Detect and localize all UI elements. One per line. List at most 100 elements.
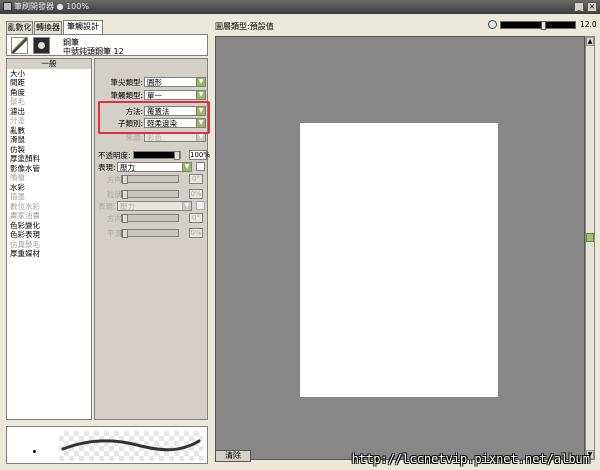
grain-direction-slider	[121, 214, 179, 223]
opacity-label: 不透明度:	[98, 151, 131, 160]
source-value: 彩色	[147, 133, 162, 142]
dab-type-row: 筆尖類型: 圓形 ▼	[95, 77, 209, 88]
stroke-type-value: 單一	[147, 91, 162, 100]
dab-preview-dot	[33, 450, 36, 453]
invert-checkbox[interactable]	[196, 162, 205, 171]
chevron-down-icon: ▼	[182, 202, 191, 210]
dab-type-dropdown[interactable]: 圓形 ▼	[144, 77, 206, 87]
category-item[interactable]: 色彩表現	[7, 230, 91, 240]
category-item[interactable]: 仿製	[7, 145, 91, 155]
opacity-slider-thumb[interactable]	[174, 151, 180, 160]
status-bar: 清除 http://lccnetvip.pixnet.net/album	[212, 448, 600, 470]
category-item[interactable]: 角度	[7, 88, 91, 98]
opacity-value[interactable]: 100%	[189, 150, 210, 160]
scrollbar-thumb[interactable]	[586, 233, 594, 242]
category-item[interactable]: 鬃毛	[7, 97, 91, 107]
grain-direction-row: 方向: 0°	[95, 213, 209, 224]
category-item[interactable]: 一般	[7, 59, 91, 69]
smoothing-value: 0%	[189, 228, 203, 238]
smoothing-slider	[121, 229, 179, 238]
category-list: 一般 大小 間距 角度 鬃毛 濾出 分塗 亂數 滑鼠 仿製 厚塗顏料 影像水管 噴槍 水彩 插墨 數位水彩 畫家…	[6, 58, 92, 420]
scroll-up-icon[interactable]: ▲	[586, 37, 594, 46]
vertical-scrollbar[interactable]: ▲ ▼	[585, 36, 595, 460]
category-item[interactable]: 濾出	[7, 107, 91, 117]
grain-invert-checkbox	[196, 201, 205, 210]
opacity-slider[interactable]	[133, 151, 181, 160]
grain-expression-label: 表現:	[98, 202, 116, 211]
grain-slider	[121, 190, 179, 199]
brush-settings-panel: 亂數化 轉換器 筆觸設計師 鋼筆 中號鈍頭鋼筆 12 一般大小間距角度鬃毛濾出分…	[4, 18, 210, 466]
zoom-control: 12.0	[488, 20, 598, 30]
brush-variant-name: 中號鈍頭鋼筆 12	[63, 47, 124, 56]
direction-value: 0°	[189, 174, 203, 184]
brush-category-icon[interactable]	[11, 37, 28, 54]
category-item[interactable]: 仿真鬃毛	[7, 240, 91, 250]
brush-creator-window: 筆刷開發器 ● 100% _ ✕ 亂數化 轉換器 筆觸設計師 鋼筆 中號鈍頭鋼筆…	[0, 0, 600, 470]
category-item[interactable]: 厚重媒材	[7, 249, 91, 259]
stroke-preview-canvas	[59, 431, 203, 461]
category-item[interactable]: 數位水彩	[7, 202, 91, 212]
zoom-slider-thumb[interactable]	[541, 21, 546, 30]
category-item[interactable]: 亂數	[7, 126, 91, 136]
canvas-corner-marker	[236, 79, 240, 83]
direction-row: 方向: 0°	[95, 174, 209, 185]
tab-stroke-designer[interactable]: 筆觸設計師	[63, 20, 103, 43]
dab-shape-icon	[38, 42, 45, 49]
highlight-box	[98, 101, 210, 134]
expression-dropdown[interactable]: 壓力 ▼	[117, 162, 192, 172]
stroke-type-label: 筆觸類型:	[110, 91, 143, 100]
category-item[interactable]: 影像水管	[7, 164, 91, 174]
category-item[interactable]: 大小	[7, 69, 91, 79]
stroke-type-row: 筆觸類型: 單一 ▼	[95, 90, 209, 101]
stroke-preview	[6, 426, 208, 464]
grain-slider-thumb	[122, 190, 128, 199]
category-item[interactable]: 畫家油畫	[7, 211, 91, 221]
zoom-icon[interactable]	[488, 20, 497, 29]
brush-selector[interactable]: 鋼筆 中號鈍頭鋼筆 12	[6, 34, 208, 56]
stroke-preview-icon	[61, 439, 201, 452]
grain-expression-value: 壓力	[120, 202, 135, 211]
category-item[interactable]: 分塗	[7, 116, 91, 126]
watermark-url: http://lccnetvip.pixnet.net/album	[351, 452, 590, 466]
grain-expression-row: 表現: 壓力 ▼	[95, 201, 209, 212]
zoom-slider[interactable]	[500, 21, 576, 30]
paper-preview-panel: 圖層類型:預設值 12.0 ▲ ▼	[212, 14, 600, 470]
title-bar: 筆刷開發器 ● 100% _ ✕	[0, 0, 600, 14]
category-item[interactable]: 色彩變化	[7, 221, 91, 231]
opacity-row: 不透明度: 100%	[95, 150, 210, 161]
grain-expression-dropdown: 壓力 ▼	[117, 201, 192, 211]
category-item[interactable]: 滑鼠	[7, 135, 91, 145]
brush-dab-icon[interactable]	[33, 37, 50, 54]
grain-direction-value: 0°	[189, 213, 203, 223]
clear-button[interactable]: 清除	[215, 450, 251, 462]
paper-type-label: 圖層類型:預設值	[215, 22, 274, 31]
grain-direction-slider-thumb	[122, 214, 128, 223]
zoom-value: 12.0	[580, 20, 597, 29]
category-item[interactable]: 厚塗顏料	[7, 154, 91, 164]
category-item[interactable]: 噴槍	[7, 173, 91, 183]
close-button[interactable]: ✕	[587, 2, 597, 12]
tab-randomizer[interactable]: 亂數化	[6, 21, 33, 34]
grain-row: 粒狀: 0%	[95, 189, 209, 200]
chevron-down-icon: ▼	[196, 133, 205, 141]
stroke-type-dropdown[interactable]: 單一 ▼	[144, 90, 206, 100]
smoothing-row: 平滑: 0%	[95, 228, 209, 239]
paper-sheet[interactable]	[300, 123, 498, 397]
category-item[interactable]: 插墨	[7, 192, 91, 202]
dab-type-label: 筆尖類型:	[110, 78, 143, 87]
category-item[interactable]: 水彩	[7, 183, 91, 193]
expression-value: 壓力	[120, 163, 135, 172]
window-title: 筆刷開發器 ● 100%	[14, 2, 89, 11]
chevron-down-icon: ▼	[182, 163, 191, 171]
chevron-down-icon: ▼	[196, 91, 205, 99]
category-item[interactable]: 間距	[7, 78, 91, 88]
preview-canvas[interactable]	[215, 36, 585, 460]
direction-slider-thumb	[122, 175, 128, 184]
tab-transposer[interactable]: 轉換器	[34, 21, 62, 34]
expression-row: 表現: 壓力 ▼	[95, 162, 209, 173]
direction-slider	[121, 175, 179, 184]
smoothing-slider-thumb	[122, 229, 128, 238]
minimize-button[interactable]: _	[574, 2, 584, 12]
chevron-down-icon: ▼	[196, 78, 205, 86]
app-icon	[3, 2, 12, 11]
